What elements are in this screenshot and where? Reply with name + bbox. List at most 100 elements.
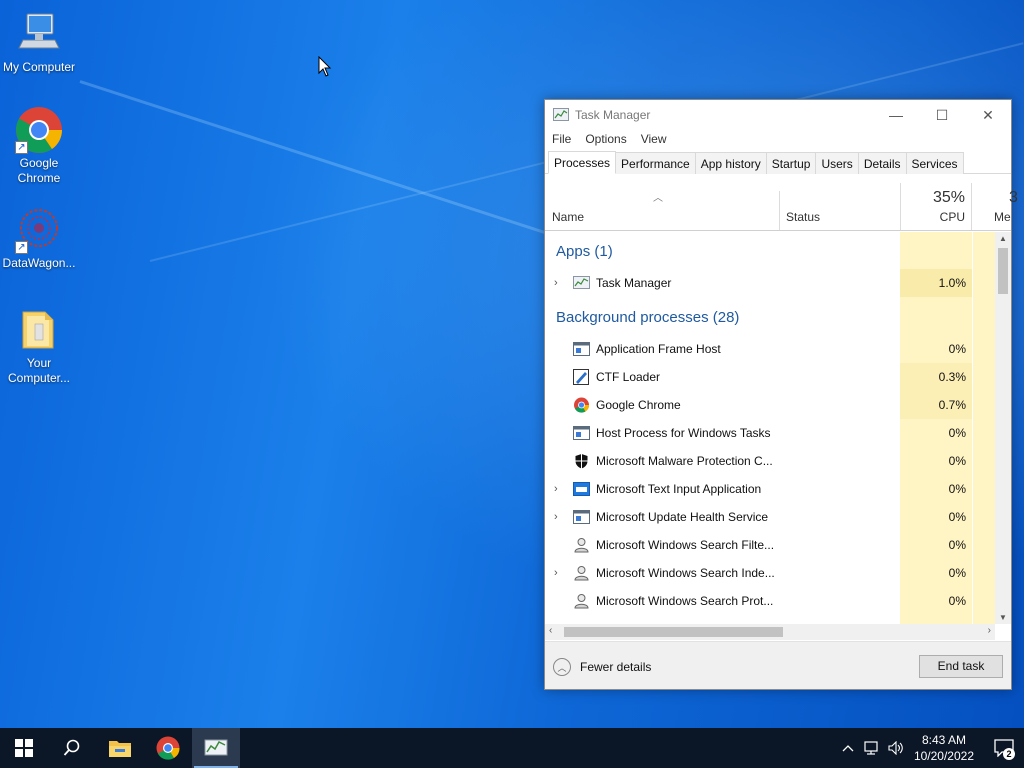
process-name: Google Chrome	[596, 398, 681, 412]
task-manager-window: Task Manager — ☐ ✕ File Options View Pro…	[544, 99, 1018, 690]
scroll-right-icon[interactable]: ›	[988, 625, 991, 636]
shortcut-arrow-icon: ↗	[15, 141, 28, 154]
tab-startup[interactable]: Startup	[765, 152, 817, 174]
expand-chevron-icon[interactable]: ›	[554, 483, 558, 495]
scroll-down-icon[interactable]: ▼	[999, 613, 1007, 622]
clock-time: 8:43 AM	[921, 733, 966, 747]
desktop-icon-label: DataWagon...	[2, 256, 76, 270]
process-name: Host Process for Windows Tasks	[596, 426, 771, 440]
datawagon-icon: ↗	[15, 206, 63, 254]
menu-file[interactable]: File	[552, 130, 571, 150]
task-manager-taskbar-button[interactable]	[192, 728, 240, 768]
expand-chevron-icon[interactable]: ›	[554, 277, 558, 289]
minimize-button[interactable]: —	[873, 100, 919, 130]
desktop-icon-google-chrome[interactable]: ↗ Google Chrome	[1, 106, 77, 186]
group-apps-label: Apps (1)	[556, 243, 613, 260]
process-cpu: 0.3%	[938, 370, 966, 384]
process-row[interactable]: › Microsoft Update Health Service 0%	[545, 503, 995, 531]
process-list: Apps (1) › Task Manager 1.0% Background …	[545, 232, 995, 624]
folder-icon	[109, 741, 131, 757]
sort-up-icon: ︿	[653, 193, 663, 204]
column-header-name[interactable]: Name	[552, 210, 584, 224]
process-name: Task Manager	[596, 276, 672, 290]
process-row[interactable]: Application Frame Host 0%	[545, 335, 995, 363]
column-header-status[interactable]: Status	[786, 210, 820, 224]
search-user-icon	[574, 594, 589, 609]
window-app-icon	[573, 510, 590, 524]
process-cpu: 0%	[948, 342, 966, 356]
tab-app-history[interactable]: App history	[694, 152, 767, 174]
tab-performance[interactable]: Performance	[615, 152, 696, 174]
group-background: Background processes (28)	[545, 304, 995, 332]
desktop-icon-label: Google Chrome	[17, 156, 61, 185]
process-name: Application Frame Host	[596, 342, 721, 356]
scroll-left-icon[interactable]: ‹	[549, 625, 552, 636]
process-row[interactable]: Microsoft Malware Protection C... 0%	[545, 447, 995, 475]
close-button[interactable]: ✕	[965, 100, 1011, 130]
desktop-icon-datawagon[interactable]: ↗ DataWagon...	[1, 206, 77, 271]
clock[interactable]: 8:43 AM 10/20/2022	[914, 732, 974, 764]
process-row[interactable]: › Task Manager 1.0%	[545, 269, 995, 297]
fewer-details-label: Fewer details	[580, 660, 652, 674]
group-apps: Apps (1)	[545, 238, 995, 266]
task-manager-icon	[573, 276, 590, 289]
memory-total-percent: 3	[1009, 189, 1018, 206]
horizontal-scroll-thumb[interactable]	[564, 627, 783, 637]
scroll-up-icon[interactable]: ▲	[999, 234, 1007, 243]
search-user-icon	[574, 538, 589, 553]
tab-services[interactable]: Services	[905, 152, 964, 174]
process-row[interactable]: › Microsoft Windows Search Inde... 0%	[545, 559, 995, 587]
vertical-scrollbar[interactable]: ▲ ▼	[995, 232, 1011, 624]
network-icon	[864, 741, 878, 755]
tab-bar: Processes Performance App history Startu…	[545, 150, 1011, 174]
column-header-memory[interactable]: 3 Me	[973, 183, 1018, 230]
notification-count-badge: 2	[1003, 748, 1015, 760]
process-name: Microsoft Windows Search Inde...	[596, 566, 775, 580]
process-row[interactable]: › Microsoft Text Input Application 0%	[545, 475, 995, 503]
search-button[interactable]	[48, 728, 96, 768]
process-cpu: 0.7%	[938, 398, 966, 412]
process-row[interactable]: Google Chrome 0.7%	[545, 391, 995, 419]
tab-processes[interactable]: Processes	[548, 151, 617, 174]
process-name: Microsoft Malware Protection C...	[596, 454, 773, 468]
speaker-icon	[888, 741, 903, 755]
process-row[interactable]: CTF Loader 0.3%	[545, 363, 995, 391]
start-button[interactable]	[0, 728, 48, 768]
maximize-button[interactable]: ☐	[919, 100, 965, 130]
menu-options[interactable]: Options	[585, 130, 626, 150]
expand-chevron-icon[interactable]: ›	[554, 567, 558, 579]
process-cpu: 0%	[948, 510, 966, 524]
end-task-button[interactable]: End task	[919, 655, 1003, 678]
network-button[interactable]	[860, 728, 884, 768]
tab-users[interactable]: Users	[815, 152, 859, 174]
desktop-icon-label: My Computer	[2, 60, 76, 74]
show-hidden-icons-button[interactable]	[836, 728, 860, 768]
action-center-button[interactable]: 2	[984, 728, 1024, 768]
fewer-details-button[interactable]: ︿ Fewer details	[553, 658, 651, 676]
windows-logo-icon	[15, 739, 33, 757]
chrome-icon	[156, 736, 180, 760]
process-row[interactable]: Microsoft Windows Search Filte... 0%	[545, 531, 995, 559]
process-name: CTF Loader	[596, 370, 661, 384]
chrome-taskbar-button[interactable]	[144, 728, 192, 768]
footer: ︿ Fewer details End task	[545, 641, 1011, 689]
process-cpu: 0%	[948, 538, 966, 552]
process-row[interactable]: Host Process for Windows Tasks 0%	[545, 419, 995, 447]
clock-date: 10/20/2022	[913, 749, 974, 763]
expand-chevron-icon[interactable]: ›	[554, 511, 558, 523]
horizontal-scrollbar[interactable]: ‹ ›	[545, 624, 995, 640]
memory-label: Me	[994, 210, 1011, 224]
menu-view[interactable]: View	[641, 130, 667, 150]
desktop-icon-my-computer[interactable]: My Computer	[1, 10, 77, 75]
volume-button[interactable]	[884, 728, 908, 768]
process-row[interactable]: Microsoft Windows Search Prot... 0%	[545, 587, 995, 615]
process-cpu: 1.0%	[938, 276, 966, 290]
vertical-scroll-thumb[interactable]	[998, 248, 1008, 294]
task-manager-icon	[204, 739, 228, 756]
mouse-cursor-icon	[318, 56, 332, 77]
column-header-cpu[interactable]: 35% CPU	[900, 183, 972, 230]
desktop-icon-your-computer[interactable]: Your Computer...	[1, 306, 77, 386]
tab-details[interactable]: Details	[857, 152, 907, 174]
file-explorer-button[interactable]	[96, 728, 144, 768]
search-icon	[63, 739, 80, 756]
